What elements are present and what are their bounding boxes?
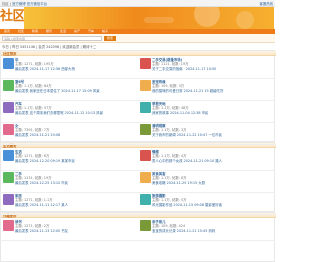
nav-item[interactable]: 帖子	[102, 29, 108, 34]
banner-decoration	[144, 17, 174, 23]
forum-icon[interactable]	[3, 80, 14, 91]
forum-icon[interactable]	[140, 124, 151, 135]
forum-item[interactable]: 二手 主题: 1131, 帖数: 19万 最后发表 2024-12-25 13:10…	[3, 171, 135, 193]
forum-last-post[interactable]: 男人心中的那个女孩 2024-11-21 09:10 路人	[152, 159, 222, 163]
forum-icon[interactable]	[3, 150, 14, 161]
forum-item[interactable]: 草根天地 主题: 1.1万, 帖数: 48万 我家的故事 2024-11-04 12…	[140, 101, 272, 123]
forum-item[interactable]: 亲子育儿 主题: 109, 帖数: 424 宝宝的成长记录 2024-11-21 1…	[140, 219, 272, 241]
nav-item[interactable]: 汽车	[88, 29, 94, 34]
forum-icon[interactable]	[140, 80, 151, 91]
forum-item[interactable]: 二手交易(跳蚤市场) 主题: 1121, 帖数: 19万 关于二手交易的指南 · 2…	[140, 57, 272, 79]
section-title: 社区首页	[3, 51, 17, 56]
header: 社区	[0, 7, 275, 29]
forum-icon[interactable]	[3, 172, 14, 183]
header-banner	[24, 7, 274, 29]
forum-item[interactable]: 旅游摄影 主题: 1.1万, 帖数: 5万 风光摄影作品 2024-11-15 09…	[140, 193, 272, 215]
forum-item[interactable]: 家居 主题: 1271, 帖数: 1.1万 最后发表 2024-11-11 12:1…	[3, 193, 135, 215]
forum-last-post[interactable]: 宝宝的成长记录 2024-11-21 15:45 妈妈	[152, 229, 215, 233]
forum-last-post[interactable]: 最后发表 2024-11-11 12:17 某人	[15, 203, 68, 207]
search-input[interactable]: 请输入搜索内容	[2, 36, 102, 41]
hotline-link[interactable]: 客服热线	[259, 2, 273, 6]
banner-decoration	[236, 11, 254, 29]
forum-icon[interactable]	[3, 58, 14, 69]
forum-last-post[interactable]: 美食攻略 2024-11-25 19:15 大厨	[152, 181, 205, 185]
nav-item[interactable]: 生活	[60, 29, 66, 34]
nav-item[interactable]: 娱乐	[46, 29, 52, 34]
top-links: 社区 | 官方微博 官方微信平台	[2, 2, 47, 6]
forum-last-post[interactable]: 最后发表 这个周末我们去哪里呢 2024-11-12 10:13 风景	[15, 111, 103, 115]
forum-icon[interactable]	[140, 102, 151, 113]
forum-icon[interactable]	[140, 150, 151, 161]
section-header: 社区首页	[1, 51, 276, 56]
forum-icon[interactable]	[3, 124, 14, 135]
forum-item[interactable]: 读书 主题: 1271, 帖数: 2万 最后发表 2024-11-13 12:00 …	[3, 219, 135, 241]
forum-item[interactable]: 女主题: 7391, 帖数: 7万 最后发表 2024-11-21 20:08	[3, 123, 135, 145]
forum-icon[interactable]	[140, 220, 151, 231]
forum-icon[interactable]	[3, 194, 14, 205]
banner-decoration	[194, 7, 220, 27]
forum-icon[interactable]	[140, 172, 151, 183]
forum-last-post[interactable]: 最后发表 2024-11-21 20:08	[15, 133, 60, 137]
forum-last-post[interactable]: 我家的故事 2024-11-04 12:38 市民	[152, 111, 208, 115]
forum-item[interactable]: 爱宠有缘 主题: 109, 帖数: 3万 我的猫咪的可爱日常 2024-11-21 …	[140, 79, 272, 101]
forum-icon[interactable]	[140, 58, 151, 69]
nav-item[interactable]: 房产	[74, 29, 80, 34]
forum-icon[interactable]	[140, 194, 151, 205]
forum-item[interactable]: 清明观察 主题: 1.1万, 帖数: 3万 关于我市的新闻 2024-11-22 1…	[140, 123, 272, 145]
site-logo[interactable]: 社区	[0, 9, 26, 25]
forum-last-post[interactable]: 我的猫咪的可爱日常 2024-11-21 15 超级吃货	[152, 89, 223, 93]
search-button[interactable]: 搜索	[104, 36, 116, 41]
forum-last-post[interactable]: 最后发表 我家还在日本居住了 2024-11-17 15:09 风景	[15, 89, 100, 93]
nav-item[interactable]: 首页	[4, 29, 10, 34]
forum-item[interactable]: 情感 主题: 1.1万, 帖数: 4万 男人心中的那个女孩 2024-11-21 0…	[140, 149, 272, 171]
forum-last-post[interactable]: 最后发表 2024-11-13 12:00 书友	[15, 229, 68, 233]
forum-item[interactable]: 美食美客 主题: 1.1万, 帖数: 8万 美食攻略 2024-11-25 19:1…	[140, 171, 272, 193]
nav-item[interactable]: 新闻	[32, 29, 38, 34]
nav-item[interactable]: 社区	[18, 29, 24, 34]
stats-text: 今日 | 昨日 5451146 | 会员 242098 | 欢迎新会员 | 期待…	[2, 45, 97, 49]
forum-icon[interactable]	[3, 220, 14, 231]
forum-item[interactable]: 华主题: 1271, 帖数: 195万 最后发表 2024-11-17 12:56…	[3, 57, 135, 79]
forum-last-post[interactable]: 关于我市的新闻 2024-11-22 10:47 一位市民	[152, 133, 222, 137]
forum-item[interactable]: 第6号 主题: 1.1万, 帖数: 84万 最后发表 我家还在日本居住了 2024-…	[3, 79, 135, 101]
top-prefix: 社区 |	[2, 1, 13, 6]
forum-last-post[interactable]: 关于二手交易的指南 · 2024-11-17 10:00	[152, 67, 216, 71]
search-row: 请输入搜索内容 搜索	[0, 34, 275, 43]
forum-last-post[interactable]: 风光摄影作品 2024-11-15 09:08 摄影爱好者	[152, 203, 222, 207]
forum-last-post[interactable]: 最后发表 2024-12-25 13:10 市民	[15, 181, 68, 185]
top-bar: 社区 | 官方微博 官方微信平台 客服热线	[0, 0, 275, 7]
forum-item[interactable]: 汽车 主题: 1.1万, 帖数: 57万 最后发表 这个周末我们去哪里呢 2024-…	[3, 101, 135, 123]
official-links[interactable]: 官方微博 官方微信平台	[12, 2, 47, 6]
forum-last-post[interactable]: 最后发表 2024-11-17 12:56 西部大桥	[15, 67, 75, 71]
forum-icon[interactable]	[3, 102, 14, 113]
forum-last-post[interactable]: 最后发表 2024-12-20 09:19 某某市民	[15, 159, 75, 163]
forum-item[interactable]: 生活 主题: 1271, 帖数: 8万 最后发表 2024-12-20 09:19 …	[3, 149, 135, 171]
